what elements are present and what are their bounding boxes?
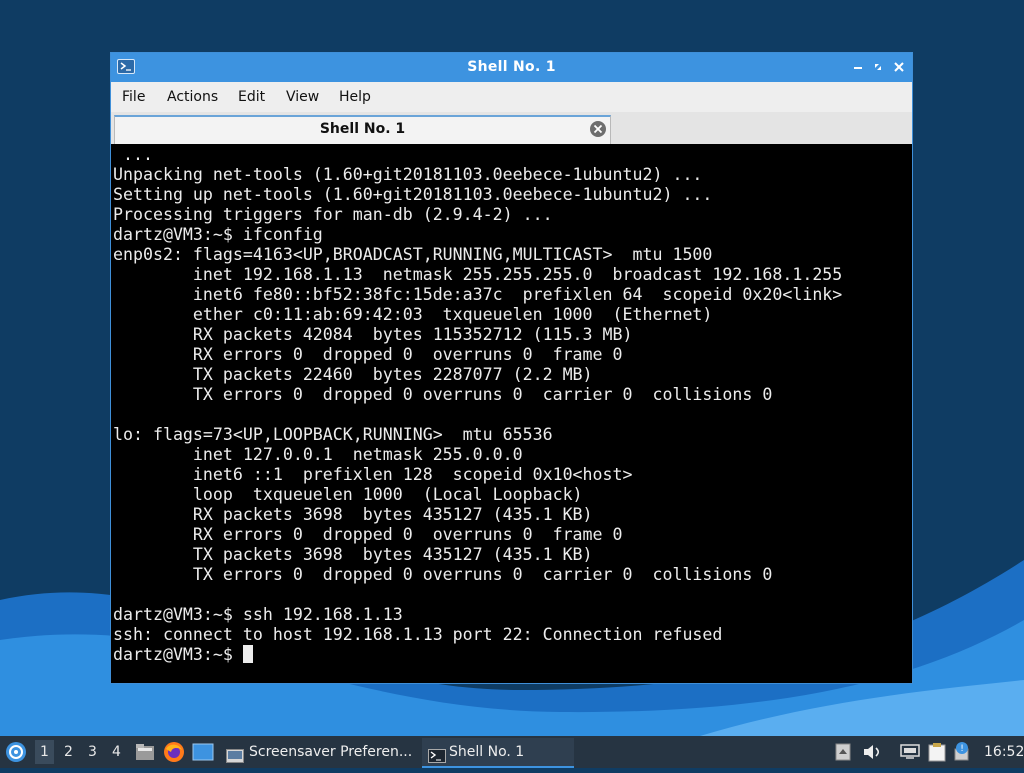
- close-button[interactable]: [891, 59, 907, 75]
- network-icon[interactable]: [900, 744, 920, 764]
- terminal-line: loop txqueuelen 1000 (Local Loopback): [113, 485, 583, 504]
- task-label: Screensaver Preferen...: [249, 744, 413, 760]
- terminal-line: inet 192.168.1.13 netmask 255.255.255.0 …: [113, 265, 843, 284]
- terminal-line: TX packets 3698 bytes 435127 (435.1 KB): [113, 545, 593, 564]
- start-menu-button[interactable]: [5, 741, 27, 763]
- tab-shell-1[interactable]: Shell No. 1: [114, 115, 611, 144]
- terminal-line: RX errors 0 dropped 0 overruns 0 frame 0: [113, 525, 623, 544]
- terminal-line: dartz@VM3:~$ ifconfig: [113, 225, 323, 244]
- terminal-line: RX packets 3698 bytes 435127 (435.1 KB): [113, 505, 593, 524]
- firefox-icon: [164, 742, 184, 762]
- workspace-1[interactable]: 1: [35, 740, 54, 764]
- workspace-4[interactable]: 4: [112, 744, 121, 760]
- terminal-line: Unpacking net-tools (1.60+git20181103.0e…: [113, 165, 703, 184]
- terminal-line: Setting up net-tools (1.60+git20181103.0…: [113, 185, 713, 204]
- screensaver-icon: [226, 745, 244, 773]
- clipboard-icon[interactable]: [928, 742, 946, 766]
- lubuntu-logo-icon: [6, 742, 26, 762]
- terminal-line: TX errors 0 dropped 0 overruns 0 carrier…: [113, 565, 773, 584]
- terminal-line: Processing triggers for man-db (2.9.4-2)…: [113, 205, 553, 224]
- terminal-line: ...: [113, 145, 153, 164]
- folder-icon: [136, 744, 154, 760]
- task-screensaver-preferences[interactable]: Screensaver Preferen...: [222, 738, 418, 766]
- terminal-line: dartz@VM3:~$ ssh 192.168.1.13: [113, 605, 403, 624]
- tab-label: Shell No. 1: [319, 121, 406, 137]
- tab-bar: Shell No. 1: [111, 112, 912, 144]
- task-shell-no-1[interactable]: Shell No. 1: [422, 738, 574, 768]
- terminal-output[interactable]: ... Unpacking net-tools (1.60+git20181103…: [113, 145, 910, 682]
- menu-bar: File Actions Edit View Help: [111, 82, 912, 112]
- terminal-line: inet6 ::1 prefixlen 128 scopeid 0x10<hos…: [113, 465, 633, 484]
- workspace-2[interactable]: 2: [64, 744, 73, 760]
- terminal-cursor: [242, 645, 253, 663]
- svg-text:!: !: [960, 744, 964, 754]
- updates-icon[interactable]: !: [953, 741, 975, 767]
- terminal-prompt-line[interactable]: dartz@VM3:~$: [113, 645, 910, 665]
- terminal-line: ether c0:11:ab:69:42:03 txqueuelen 1000 …: [113, 305, 713, 324]
- tray-notes-icon[interactable]: [835, 743, 851, 765]
- menu-help[interactable]: Help: [339, 89, 371, 105]
- maximize-button[interactable]: [870, 59, 886, 75]
- clock[interactable]: 16:52: [984, 744, 1024, 760]
- terminal-line: RX errors 0 dropped 0 overruns 0 frame 0: [113, 345, 623, 364]
- terminal-line: ssh: connect to host 192.168.1.13 port 2…: [113, 625, 723, 644]
- task-label: Shell No. 1: [449, 744, 525, 760]
- close-icon: [894, 62, 904, 72]
- restore-icon: [875, 64, 881, 70]
- tab-close-button[interactable]: [589, 120, 607, 138]
- terminal-line: lo: flags=73<UP,LOOPBACK,RUNNING> mtu 65…: [113, 425, 553, 444]
- terminal-line: inet6 fe80::bf52:38fc:15de:a37c prefixle…: [113, 285, 843, 304]
- window-title: Shell No. 1: [467, 59, 556, 75]
- terminal-window: Shell No. 1 File Actions Edit View Help …: [110, 52, 913, 684]
- taskbar: 1 2 3 4 Screensaver Preferen... Shell No…: [0, 736, 1024, 768]
- menu-view[interactable]: View: [286, 89, 319, 105]
- menu-edit[interactable]: Edit: [238, 89, 265, 105]
- minimize-button[interactable]: [850, 59, 866, 75]
- terminal-line: TX errors 0 dropped 0 overruns 0 carrier…: [113, 385, 773, 404]
- terminal-line: enp0s2: flags=4163<UP,BROADCAST,RUNNING,…: [113, 245, 713, 264]
- tab-close-icon: [590, 121, 606, 137]
- terminal-line: RX packets 42084 bytes 115352712 (115.3 …: [113, 325, 633, 344]
- menu-file[interactable]: File: [122, 89, 145, 105]
- terminal-line: TX packets 22460 bytes 2287077 (2.2 MB): [113, 365, 593, 384]
- minimize-icon: [854, 67, 862, 69]
- workspace-3[interactable]: 3: [88, 744, 97, 760]
- file-manager-launcher[interactable]: [135, 742, 155, 766]
- terminal-task-icon: [428, 745, 446, 773]
- menu-actions[interactable]: Actions: [167, 89, 218, 105]
- window-titlebar[interactable]: Shell No. 1: [111, 53, 912, 82]
- terminal-line: inet 127.0.0.1 netmask 255.0.0.0: [113, 445, 523, 464]
- show-desktop-button[interactable]: [192, 743, 214, 765]
- volume-icon[interactable]: [862, 743, 882, 765]
- terminal-prompt: dartz@VM3:~$: [113, 645, 243, 664]
- firefox-launcher[interactable]: [163, 741, 185, 767]
- desktop-icon: [192, 743, 214, 761]
